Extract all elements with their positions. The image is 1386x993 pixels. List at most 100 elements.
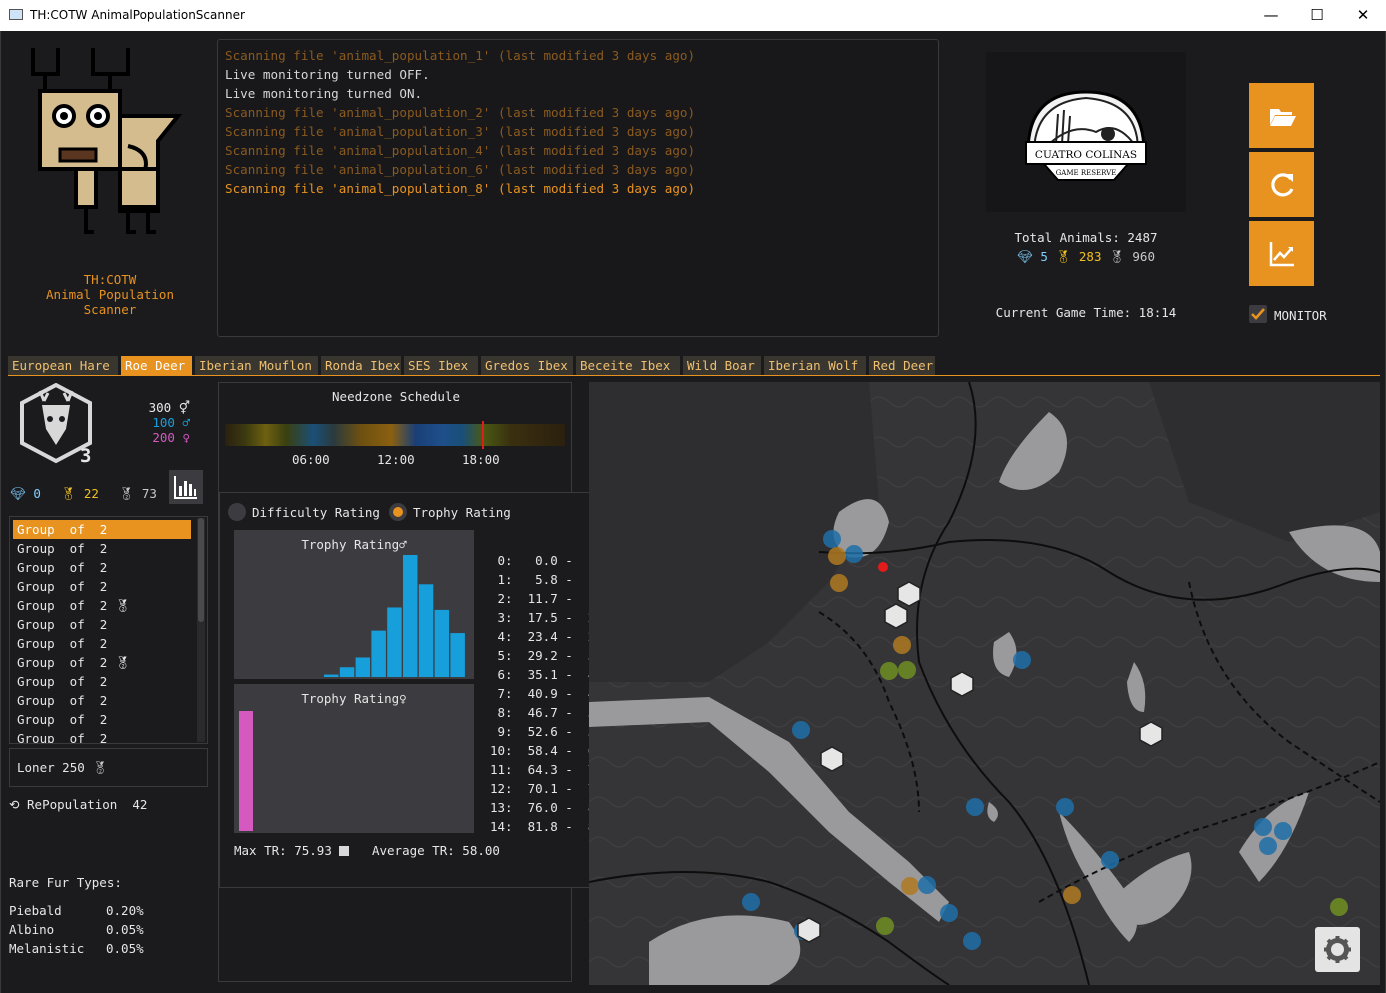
total-animals-value: 2487 — [1127, 230, 1158, 245]
total-gold: 283 — [1078, 249, 1102, 264]
log-line: Scanning file 'animal_population_3' (las… — [225, 124, 696, 139]
group-list-item[interactable]: Group of 2 — [13, 634, 191, 653]
trophy-rating-label[interactable]: Trophy Rating — [413, 505, 511, 520]
group-list-item[interactable]: Group of 2 — [13, 729, 191, 744]
diamond-icon: 💎︎ — [1017, 249, 1033, 264]
refresh-button[interactable] — [1249, 152, 1314, 217]
group-label: Group of — [17, 579, 100, 594]
tab-beceite-ibex[interactable]: Beceite Ibex — [576, 356, 680, 375]
trophy-rating-radio[interactable] — [389, 503, 407, 521]
history-icon: ⟲ — [9, 797, 20, 812]
group-size: 2 — [99, 617, 108, 632]
female-icon: ♀ — [182, 430, 190, 445]
group-label: Group of — [17, 712, 100, 727]
difficulty-rating-label[interactable]: Difficulty Rating — [252, 505, 380, 520]
tab-ses-ibex[interactable]: SES Ibex — [404, 356, 478, 375]
group-list-item[interactable]: Group of 2 — [13, 672, 191, 691]
histogram-bar — [324, 674, 339, 677]
tab-divider — [8, 375, 1380, 376]
histogram-bar — [371, 630, 386, 677]
group-label: Group of — [17, 560, 100, 575]
group-list-item[interactable]: Group of 2 — [13, 615, 191, 634]
silver-medal-icon: 🥈︎ — [107, 655, 131, 670]
group-label: Group of — [17, 598, 100, 613]
histogram-button[interactable] — [169, 470, 203, 504]
tab-iberian-mouflon[interactable]: Iberian Mouflon — [195, 356, 318, 375]
group-label: Group of — [17, 617, 100, 632]
group-label: Group of — [17, 636, 100, 651]
female-histogram — [239, 711, 253, 831]
monitor-checkbox[interactable] — [1249, 305, 1267, 323]
rare-fur-title: Rare Fur Types: — [9, 875, 122, 890]
group-list-item[interactable]: Group of 2 — [13, 539, 191, 558]
female-trophy-chart: Trophy Rating♀ — [234, 684, 474, 833]
maximize-button[interactable]: ☐ — [1294, 0, 1340, 31]
group-label: Group of — [17, 541, 100, 556]
group-label: Group of — [17, 693, 100, 708]
species-male: 100 — [152, 415, 175, 430]
game-time-label: Current Game Time: — [995, 305, 1132, 320]
group-size: 2 — [99, 560, 108, 575]
diamond-icon: 💎︎ — [10, 486, 26, 501]
species-female: 200 — [152, 430, 175, 445]
tab-roe-deer[interactable]: Roe Deer — [121, 356, 192, 375]
monitor-label: MONITOR — [1274, 308, 1327, 323]
group-list-item[interactable]: Group of 2 🥈︎ — [13, 596, 191, 615]
histogram-bar — [239, 711, 253, 831]
group-list[interactable]: Group of 2 Group of 2 Group of 2 Group of 2… — [9, 516, 208, 744]
group-list-item[interactable]: Group of 2 — [13, 691, 191, 710]
scrollbar-thumb[interactable] — [198, 518, 204, 622]
fur-name: Piebald — [9, 903, 62, 918]
histogram-bar — [387, 607, 402, 677]
close-button[interactable]: ✕ — [1340, 0, 1386, 31]
group-list-item[interactable]: Group of 2 🥈︎ — [13, 653, 191, 672]
app-title-line2: Animal Population — [46, 287, 174, 302]
app-icon — [9, 9, 23, 20]
settings-button[interactable] — [1315, 927, 1360, 972]
log-panel[interactable]: Scanning file 'animal_population_1' (las… — [217, 39, 939, 337]
checkmark-icon — [1251, 308, 1265, 320]
tab-red-deer[interactable]: Red Deer — [869, 356, 935, 375]
log-line: Live monitoring turned ON. — [225, 86, 423, 101]
needzone-title: Needzone Schedule — [332, 389, 460, 404]
group-list-item[interactable]: Group of 2 — [13, 520, 191, 539]
species-medals: 💎︎ 0 🥇︎ 22 🥈︎ 73 — [10, 486, 157, 502]
group-list-item[interactable]: Group of 2 — [13, 577, 191, 596]
tab-gredos-ibex[interactable]: Gredos Ibex — [481, 356, 573, 375]
gear-icon — [1324, 936, 1351, 963]
silver-medal-icon: 🥈︎ — [92, 760, 109, 775]
total-animals-label: Total Animals: — [1014, 230, 1120, 245]
minimize-button[interactable]: — — [1248, 0, 1294, 31]
tab-european-hare[interactable]: European Hare — [8, 356, 118, 375]
deer-logo — [31, 48, 183, 234]
gold-medal-icon: 🥇︎ — [60, 486, 77, 501]
window-title: TH:COTW AnimalPopulationScanner — [30, 8, 245, 22]
loner-value: 250 — [62, 760, 85, 775]
tab-ronda-ibex[interactable]: Ronda Ibex — [321, 356, 401, 375]
max-tr-value: 75.93 — [294, 843, 332, 858]
gold-medal-icon: 🥇︎ — [1055, 249, 1072, 264]
game-time-value: 18:14 — [1138, 305, 1177, 320]
difficulty-rating-radio[interactable] — [228, 503, 246, 521]
group-list-scrollbar[interactable] — [197, 518, 205, 742]
species-gold: 22 — [83, 486, 99, 501]
app-title-line1: TH:COTW — [83, 272, 137, 287]
tab-wild-boar[interactable]: Wild Boar — [683, 356, 761, 375]
trophy-summary: Max TR: 75.93 Average TR: 58.00 — [234, 843, 500, 858]
species-counts: 300 ⚥ 100 ♂ 200 ♀ — [120, 400, 190, 445]
repopulation-label: RePopulation — [27, 797, 118, 812]
fur-percent: 0.05% — [106, 922, 144, 937]
group-size: 2 — [99, 579, 108, 594]
group-label: Group of — [17, 522, 100, 537]
silver-medal-icon: 🥈︎ — [1109, 249, 1125, 264]
group-label: Group of — [17, 731, 100, 744]
tab-iberian-wolf[interactable]: Iberian Wolf — [764, 356, 866, 375]
group-list-item[interactable]: Group of 2 — [13, 710, 191, 729]
statistics-button[interactable] — [1249, 221, 1314, 286]
chart-icon — [1269, 242, 1294, 267]
group-list-item[interactable]: Group of 2 — [13, 558, 191, 577]
fur-name: Albino — [9, 922, 55, 937]
open-folder-button[interactable] — [1249, 83, 1314, 148]
loner-label: Loner — [17, 760, 55, 775]
reserve-map[interactable] — [589, 382, 1380, 985]
